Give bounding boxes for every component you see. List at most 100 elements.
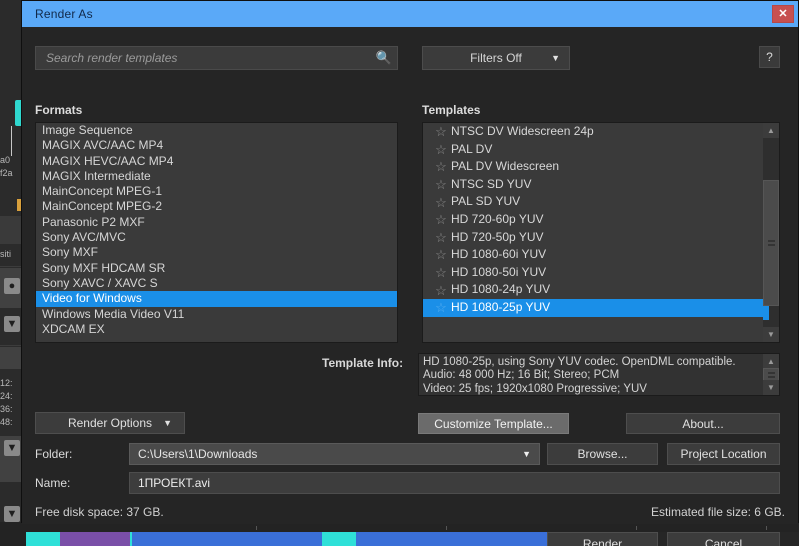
timeline-clip[interactable] bbox=[356, 532, 408, 546]
format-list-item[interactable]: MAGIX Intermediate bbox=[36, 169, 397, 184]
template-list-item-label: NTSC DV Widescreen 24p bbox=[451, 124, 594, 138]
template-list-item[interactable]: ☆ PAL DV bbox=[423, 141, 763, 159]
name-label: Name: bbox=[35, 476, 71, 490]
format-list-item[interactable]: Video for Windows bbox=[36, 291, 397, 307]
favorite-star-icon[interactable]: ☆ bbox=[431, 125, 451, 138]
template-list-item[interactable]: ☆ PAL DV Widescreen bbox=[423, 158, 763, 176]
render-button[interactable]: Render bbox=[547, 532, 658, 546]
template-list-item[interactable]: ☆ PAL SD YUV bbox=[423, 193, 763, 211]
name-input[interactable] bbox=[129, 472, 780, 494]
dialog-title: Render As bbox=[35, 7, 93, 21]
search-input[interactable] bbox=[36, 51, 371, 65]
favorite-star-icon[interactable]: ☆ bbox=[431, 266, 451, 279]
scrollbar-grip-icon bbox=[768, 240, 775, 246]
search-box[interactable]: 🔍 bbox=[35, 46, 398, 70]
template-info-line: HD 1080-25p, using Sony YUV codec. OpenD… bbox=[423, 356, 736, 368]
scroll-up-icon[interactable]: ▲ bbox=[763, 354, 779, 369]
formats-list[interactable]: Image Sequence MAGIX AVC/AAC MP4 MAGIX HEV… bbox=[35, 122, 398, 343]
background-chevron-down-icon: ▼ bbox=[4, 440, 20, 456]
favorite-star-icon[interactable]: ☆ bbox=[431, 160, 451, 173]
favorite-star-icon[interactable]: ☆ bbox=[431, 284, 451, 297]
close-icon[interactable]: ✕ bbox=[772, 5, 794, 23]
templates-list-items[interactable]: ☆ NTSC DV Widescreen 24p ☆ PAL DV ☆ PAL DV Wi… bbox=[423, 123, 763, 342]
favorite-star-icon[interactable]: ☆ bbox=[431, 143, 451, 156]
format-list-item[interactable]: XDCAM EX bbox=[36, 322, 397, 337]
timeline-tick bbox=[766, 526, 767, 530]
favorite-star-icon[interactable]: ☆ bbox=[431, 301, 451, 314]
format-list-item[interactable]: MainConcept MPEG-2 bbox=[36, 199, 397, 214]
timeline-clip[interactable] bbox=[26, 532, 60, 546]
template-list-item-label: HD 720-50p YUV bbox=[451, 229, 544, 244]
background-chevron-down-icon: ▼ bbox=[4, 316, 20, 332]
search-icon[interactable]: 🔍 bbox=[371, 50, 397, 66]
timeline-clip[interactable] bbox=[60, 532, 130, 546]
customize-template-button[interactable]: Customize Template... bbox=[418, 413, 569, 434]
format-list-item[interactable]: Sony XAVC / XAVC S bbox=[36, 276, 397, 291]
template-list-item-label: HD 1080-60i YUV bbox=[451, 247, 547, 262]
template-list-item-label: PAL DV Widescreen bbox=[451, 159, 560, 174]
render-as-dialog: Render As ✕ 🔍 Filters Off ▼ ? Formats Te… bbox=[21, 0, 799, 546]
scrollbar-grip-icon bbox=[768, 372, 775, 378]
format-list-item[interactable]: MAGIX HEVC/AAC MP4 bbox=[36, 154, 397, 169]
template-list-item[interactable]: ☆ HD 720-50p YUV bbox=[423, 229, 763, 247]
favorite-star-icon[interactable]: ☆ bbox=[431, 231, 451, 244]
template-list-item[interactable]: ☆ HD 1080-60i YUV bbox=[423, 246, 763, 264]
chevron-down-icon: ▼ bbox=[163, 417, 172, 428]
format-list-item[interactable]: Sony MXF bbox=[36, 245, 397, 260]
format-list-item[interactable]: MainConcept MPEG-1 bbox=[36, 184, 397, 199]
template-info-line: Video: 25 fps; 1920x1080 Progressive; YU… bbox=[423, 382, 647, 395]
dialog-body: 🔍 Filters Off ▼ ? Formats Templates Imag… bbox=[22, 27, 798, 546]
render-options-button[interactable]: Render Options ▼ bbox=[35, 412, 185, 434]
format-list-item[interactable]: Image Sequence bbox=[36, 123, 397, 138]
format-list-item[interactable]: Sony AVC/MVC bbox=[36, 230, 397, 245]
formats-label: Formats bbox=[35, 103, 83, 117]
timeline-clip[interactable] bbox=[322, 532, 356, 546]
dialog-titlebar: Render As ✕ bbox=[22, 1, 798, 27]
format-list-item[interactable]: Windows Media Video V11 bbox=[36, 307, 397, 322]
favorite-star-icon[interactable]: ☆ bbox=[431, 178, 451, 191]
folder-dropdown[interactable]: C:\Users\1\Downloads ▼ bbox=[129, 443, 540, 465]
format-list-item[interactable]: MAGIX AVC/AAC MP4 bbox=[36, 138, 397, 153]
folder-label: Folder: bbox=[35, 447, 73, 461]
browse-button[interactable]: Browse... bbox=[547, 443, 658, 465]
format-list-item[interactable]: Panasonic P2 MXF bbox=[36, 215, 397, 230]
template-list-item[interactable]: ☆ HD 1080-50i YUV bbox=[423, 264, 763, 282]
filters-dropdown-label: Filters Off bbox=[470, 51, 522, 65]
chevron-down-icon: ▼ bbox=[551, 53, 560, 63]
templates-label: Templates bbox=[422, 103, 481, 117]
template-list-item-label: HD 1080-50i YUV bbox=[451, 264, 547, 279]
filters-dropdown[interactable]: Filters Off ▼ bbox=[422, 46, 570, 70]
template-info-line: Audio: 48 000 Hz; 16 Bit; Stereo; PCM bbox=[423, 369, 620, 382]
template-list-item[interactable]: ☆ HD 1080-25p YUV bbox=[423, 298, 763, 317]
favorite-star-icon[interactable]: ☆ bbox=[431, 213, 451, 226]
help-button[interactable]: ? bbox=[759, 46, 780, 68]
template-info-scrollbar[interactable]: ▲ ▼ bbox=[763, 354, 779, 395]
folder-value: C:\Users\1\Downloads bbox=[138, 447, 258, 461]
screen: a0 f2a siti ● ▼ 12: 24: 36: 48: ▼ ▼ Rend… bbox=[0, 0, 799, 546]
scroll-down-icon[interactable]: ▼ bbox=[763, 327, 779, 342]
background-circle-icon: ● bbox=[4, 278, 20, 294]
background-blue-marker bbox=[11, 199, 16, 211]
template-list-item-label: PAL SD YUV bbox=[451, 194, 521, 209]
template-list-item[interactable]: ☆ NTSC DV Widescreen 24p bbox=[423, 123, 763, 141]
template-list-item[interactable]: ☆ HD 720-60p YUV bbox=[423, 211, 763, 229]
format-list-item[interactable]: Sony MXF HDCAM SR bbox=[36, 261, 397, 276]
template-list-item[interactable]: ☆ NTSC SD YUV bbox=[423, 176, 763, 194]
template-info-label: Template Info: bbox=[322, 356, 404, 370]
template-list-item[interactable]: ☆ HD 1080-24p YUV bbox=[423, 281, 763, 299]
templates-scrollbar[interactable]: ▲ ▼ bbox=[763, 123, 779, 342]
project-location-button[interactable]: Project Location bbox=[667, 443, 780, 465]
chevron-down-icon: ▼ bbox=[522, 449, 531, 459]
scrollbar-position-marker bbox=[763, 306, 769, 320]
timeline-clip[interactable] bbox=[132, 532, 322, 546]
timeline-tick bbox=[446, 526, 447, 530]
scroll-up-icon[interactable]: ▲ bbox=[763, 123, 779, 138]
template-list-item-label: NTSC SD YUV bbox=[451, 176, 532, 191]
scroll-down-icon[interactable]: ▼ bbox=[763, 380, 779, 395]
favorite-star-icon[interactable]: ☆ bbox=[431, 196, 451, 209]
cancel-button[interactable]: Cancel bbox=[667, 532, 780, 546]
scrollbar-thumb[interactable] bbox=[763, 180, 779, 306]
about-button[interactable]: About... bbox=[626, 413, 780, 434]
favorite-star-icon[interactable]: ☆ bbox=[431, 248, 451, 261]
templates-list[interactable]: ☆ NTSC DV Widescreen 24p ☆ PAL DV ☆ PAL DV Wi… bbox=[422, 122, 780, 343]
